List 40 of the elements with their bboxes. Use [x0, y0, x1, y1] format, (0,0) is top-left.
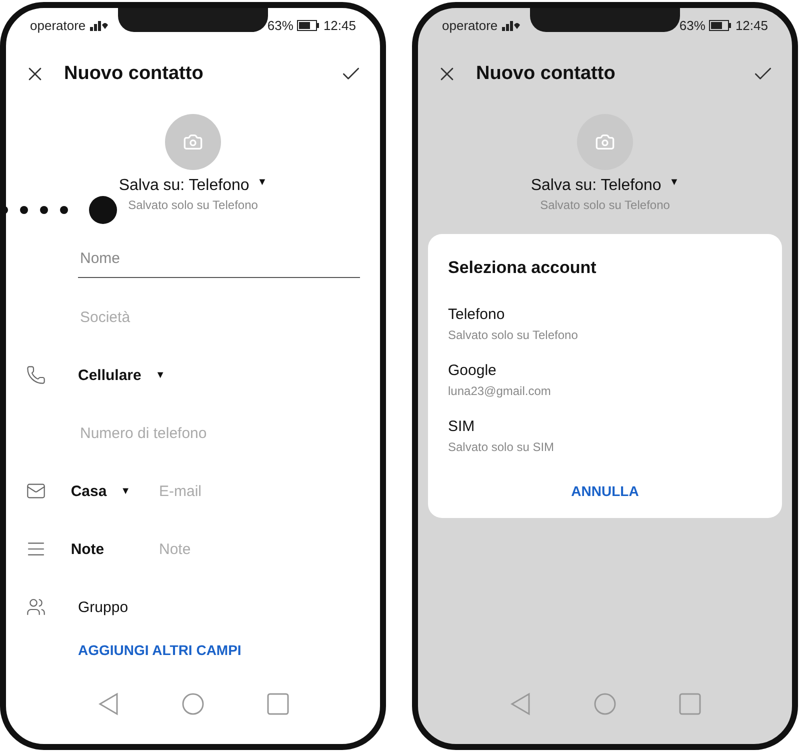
- home-icon[interactable]: [593, 692, 617, 716]
- home-icon[interactable]: [181, 692, 205, 716]
- battery-level: 63%: [679, 18, 706, 32]
- text-field[interactable]: Nome: [78, 240, 360, 278]
- battery-icon: [709, 20, 732, 30]
- battery-icon: [297, 20, 320, 30]
- text-field[interactable]: Società: [78, 298, 360, 336]
- signal-icon: [90, 19, 108, 31]
- text-field[interactable]: Note: [157, 530, 360, 568]
- save-location-dropdown[interactable]: Salva su: Telefono ▼: [112, 176, 274, 196]
- dialog-title: Seleziona account: [448, 258, 598, 278]
- carrier-name: operatore: [442, 18, 498, 32]
- group-label[interactable]: Gruppo: [78, 598, 128, 616]
- add-fields-link[interactable]: AGGIUNGI ALTRI CAMPI: [26, 636, 360, 658]
- recents-icon[interactable]: [679, 693, 701, 715]
- field-label: Note: [70, 540, 106, 558]
- text-field[interactable]: Numero di telefono: [78, 414, 360, 452]
- save-location-dropdown[interactable]: Salva su: Telefono ▼: [524, 176, 686, 196]
- save-location-note: Salvato solo su Telefono: [127, 198, 259, 212]
- text-field[interactable]: E-mail: [157, 472, 360, 510]
- cancel-button[interactable]: ANNULLA: [448, 482, 762, 500]
- clock-time: 12:45: [323, 18, 356, 32]
- clock-time: 12:45: [735, 18, 768, 32]
- screen-title: Nuovo contatto: [476, 63, 616, 85]
- type-dropdown[interactable]: Cellulare ▼: [78, 366, 166, 384]
- account-option[interactable]: Telefono Salvato solo su Telefono: [448, 296, 762, 352]
- save-location-note: Salvato solo su Telefono: [539, 198, 671, 212]
- account-option[interactable]: Google luna23@gmail.com: [448, 352, 762, 408]
- back-icon[interactable]: [509, 692, 531, 716]
- type-dropdown[interactable]: Casa ▼: [70, 482, 157, 500]
- account-option[interactable]: SIM Salvato solo su SIM: [448, 408, 762, 464]
- mail-icon: [26, 481, 46, 501]
- back-icon[interactable]: [97, 692, 119, 716]
- carrier-name: operatore: [30, 18, 86, 32]
- phone-icon: [26, 365, 46, 385]
- recents-icon[interactable]: [267, 693, 289, 715]
- battery-level: 63%: [267, 18, 294, 32]
- screen-title: Nuovo contatto: [64, 63, 204, 85]
- people-icon: [26, 597, 46, 617]
- signal-icon: [502, 19, 520, 31]
